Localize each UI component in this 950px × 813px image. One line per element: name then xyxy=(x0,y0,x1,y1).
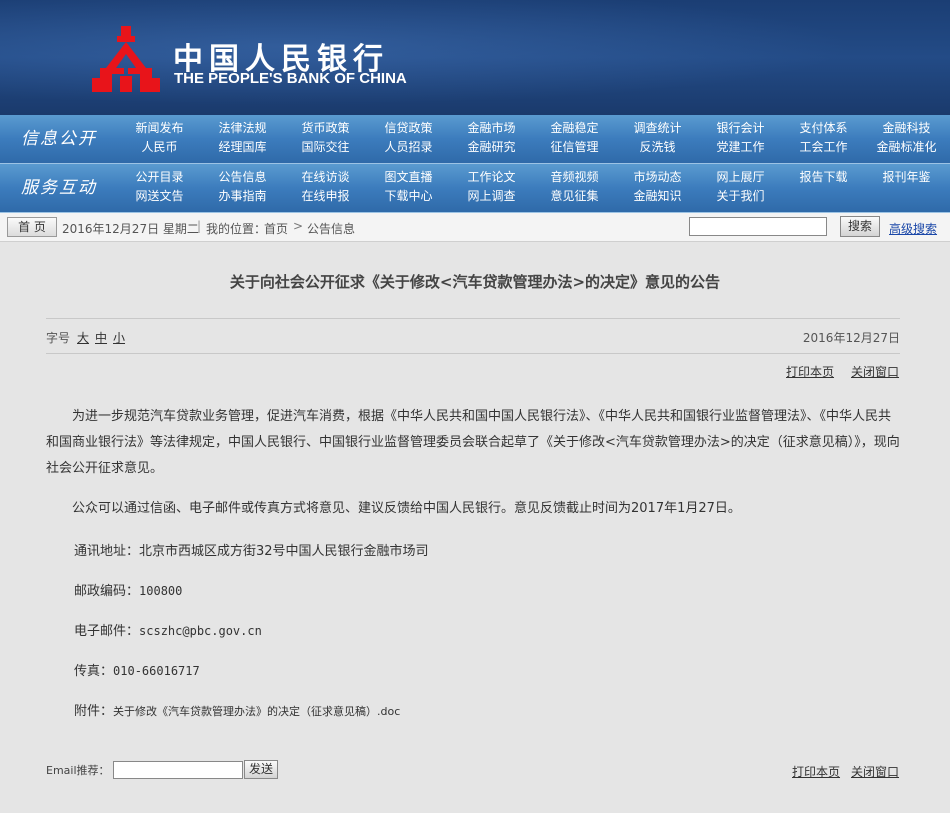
nav-link[interactable]: 在线申报 xyxy=(284,187,367,206)
nav-link[interactable]: 公开目录 xyxy=(118,168,201,187)
nav-info-title: 信息公开 xyxy=(21,129,97,149)
address-line: 通讯地址：北京市西城区成方街32号中国人民银行金融市场司 xyxy=(74,540,429,559)
paragraph-intro: 为进一步规范汽车贷款业务管理，促进汽车消费，根据《中华人民共和国中国人民银行法》… xyxy=(46,409,900,476)
nav-link[interactable]: 征信管理 xyxy=(533,138,616,157)
email-value: scszhc@pbc.gov.cn xyxy=(139,624,262,638)
search-input[interactable] xyxy=(689,217,827,236)
nav-link[interactable]: 网上展厅 xyxy=(699,168,782,187)
font-medium-link[interactable]: 中 xyxy=(95,329,107,346)
nav-info-row-1: 新闻发布 法律法规 货币政策 信贷政策 金融市场 金融稳定 调查统计 银行会计 … xyxy=(118,119,950,138)
nav-info-band: 信息公开 新闻发布 法律法规 货币政策 信贷政策 金融市场 金融稳定 调查统计 … xyxy=(0,115,950,164)
nav-link[interactable]: 经理国库 xyxy=(201,138,284,157)
article-meta-bar: 字号 大 中 小 2016年12月27日 xyxy=(46,318,900,354)
paragraph-feedback: 公众可以通过信函、电子邮件或传真方式将意见、建议反馈给中国人民银行。意见反馈截止… xyxy=(72,501,741,516)
current-date: 2016年12月27日 星期二 xyxy=(62,222,199,236)
nav-link[interactable]: 金融科技 xyxy=(865,119,948,138)
breadcrumb-bar: 首 页 2016年12月27日 星期二 | 我的位置： 首页 > 公告信息 搜索… xyxy=(0,213,950,242)
nav-link[interactable]: 图文直播 xyxy=(367,168,450,187)
nav-link[interactable]: 报告下载 xyxy=(782,168,865,187)
nav-link[interactable]: 市场动态 xyxy=(616,168,699,187)
breadcrumb-current-link[interactable]: 公告信息 xyxy=(307,220,355,237)
article-body: 为进一步规范汽车贷款业务管理，促进汽车消费，根据《中华人民共和国中国人民银行法》… xyxy=(46,404,902,522)
nav-link[interactable]: 金融知识 xyxy=(616,187,699,206)
nav-link[interactable]: 公告信息 xyxy=(201,168,284,187)
nav-link[interactable]: 金融研究 xyxy=(450,138,533,157)
address-label: 通讯地址： xyxy=(74,544,140,559)
nav-link[interactable]: 支付体系 xyxy=(782,119,865,138)
search-button[interactable]: 搜索 xyxy=(840,216,880,237)
nav-link[interactable]: 法律法规 xyxy=(201,119,284,138)
address-value: 北京市西城区成方街32号中国人民银行金融市场司 xyxy=(139,544,429,559)
postcode-label: 邮政编码： xyxy=(74,584,140,599)
publish-date: 2016年12月27日 xyxy=(802,331,900,345)
email-label: 电子邮件： xyxy=(74,624,140,639)
breadcrumb-label: 我的位置： xyxy=(206,222,267,236)
nav-link[interactable]: 办事指南 xyxy=(201,187,284,206)
font-small-link[interactable]: 小 xyxy=(113,329,125,346)
home-button[interactable]: 首 页 xyxy=(7,217,57,237)
email-recommend-label: Email推荐： xyxy=(46,764,110,777)
nav-info-row-2: 人民币 经理国库 国际交往 人员招录 金融研究 征信管理 反洗钱 党建工作 工会… xyxy=(118,138,950,157)
nav-link[interactable]: 国际交往 xyxy=(284,138,367,157)
nav-link[interactable]: 意见征集 xyxy=(533,187,616,206)
fax-line: 传真：010-66016717 xyxy=(74,660,200,679)
nav-service-row-1: 公开目录 公告信息 在线访谈 图文直播 工作论文 音频视频 市场动态 网上展厅 … xyxy=(118,168,950,187)
print-page-link-bottom[interactable]: 打印本页 xyxy=(792,763,840,780)
nav-link[interactable]: 银行会计 xyxy=(699,119,782,138)
close-window-link[interactable]: 关闭窗口 xyxy=(851,363,899,380)
nav-link[interactable]: 人民币 xyxy=(118,138,201,157)
nav-link[interactable]: 金融市场 xyxy=(450,119,533,138)
site-header: 中国人民银行 THE PEOPLE'S BANK OF CHINA xyxy=(0,0,950,115)
font-large-link[interactable]: 大 xyxy=(77,329,89,346)
article-title: 关于向社会公开征求《关于修改<汽车贷款管理办法>的决定》意见的公告 xyxy=(229,273,721,291)
nav-link[interactable]: 信贷政策 xyxy=(367,119,450,138)
nav-service-title: 服务互动 xyxy=(21,178,97,198)
nav-link[interactable]: 党建工作 xyxy=(699,138,782,157)
nav-link[interactable]: 网上调查 xyxy=(450,187,533,206)
attachment-label: 附件： xyxy=(74,704,114,719)
nav-service-band: 服务互动 公开目录 公告信息 在线访谈 图文直播 工作论文 音频视频 市场动态 … xyxy=(0,164,950,213)
nav-link[interactable]: 反洗钱 xyxy=(616,138,699,157)
nav-link[interactable]: 下载中心 xyxy=(367,187,450,206)
breadcrumb-home-link[interactable]: 首页 xyxy=(264,220,288,237)
attachment-line: 附件：关于修改《汽车贷款管理办法》的决定（征求意见稿）.doc xyxy=(74,700,400,719)
nav-link[interactable]: 报刊年鉴 xyxy=(865,168,948,187)
breadcrumb-separator: | xyxy=(197,219,202,233)
nav-link[interactable]: 网送文告 xyxy=(118,187,201,206)
close-window-link-bottom[interactable]: 关闭窗口 xyxy=(851,763,899,780)
attachment-link[interactable]: 关于修改《汽车贷款管理办法》的决定（征求意见稿）.doc xyxy=(113,705,400,718)
nav-link[interactable]: 工作论文 xyxy=(450,168,533,187)
site-title-en: THE PEOPLE'S BANK OF CHINA xyxy=(174,70,407,87)
nav-link[interactable]: 关于我们 xyxy=(699,187,782,206)
send-button[interactable]: 发送 xyxy=(244,760,278,779)
fax-label: 传真： xyxy=(74,664,114,679)
nav-link[interactable]: 金融稳定 xyxy=(533,119,616,138)
nav-link[interactable]: 金融标准化 xyxy=(865,138,948,157)
nav-link[interactable]: 调查统计 xyxy=(616,119,699,138)
print-page-link[interactable]: 打印本页 xyxy=(786,363,834,380)
pboc-logo-icon[interactable] xyxy=(90,24,162,96)
nav-link[interactable]: 在线访谈 xyxy=(284,168,367,187)
nav-link[interactable]: 音频视频 xyxy=(533,168,616,187)
fax-value: 010-66016717 xyxy=(113,664,200,678)
font-size-label: 字号 xyxy=(46,331,71,345)
nav-service-row-2: 网送文告 办事指南 在线申报 下载中心 网上调查 意见征集 金融知识 关于我们 xyxy=(118,187,950,206)
nav-link[interactable]: 人员招录 xyxy=(367,138,450,157)
nav-link[interactable]: 工会工作 xyxy=(782,138,865,157)
nav-link[interactable]: 新闻发布 xyxy=(118,119,201,138)
email-recommend-input[interactable] xyxy=(113,761,243,779)
article-panel: 关于向社会公开征求《关于修改<汽车贷款管理办法>的决定》意见的公告 字号 大 中… xyxy=(0,242,950,813)
postcode-line: 邮政编码：100800 xyxy=(74,580,182,599)
advanced-search-link[interactable]: 高级搜索 xyxy=(889,220,937,237)
email-line: 电子邮件：scszhc@pbc.gov.cn xyxy=(74,620,262,639)
postcode-value: 100800 xyxy=(139,584,183,598)
nav-link[interactable]: 货币政策 xyxy=(284,119,367,138)
breadcrumb-chevron-icon: > xyxy=(293,219,304,233)
